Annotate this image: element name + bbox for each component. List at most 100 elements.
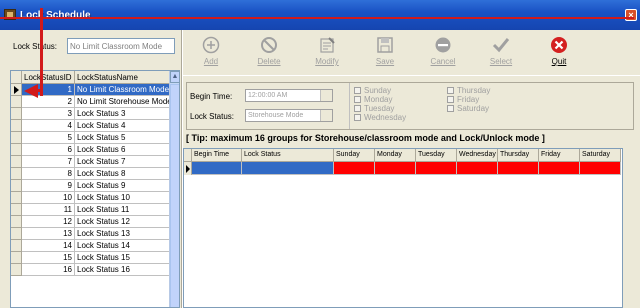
begin-time-input[interactable]: 12:00:00 AM (245, 89, 333, 102)
lock-status-select[interactable]: Storehouse Mode (245, 109, 333, 122)
close-button[interactable]: × (625, 9, 637, 21)
schedule-col-monday[interactable]: Monday (375, 149, 416, 162)
table-row[interactable]: 4 Lock Status 4 (11, 120, 171, 132)
schedule-col-sunday[interactable]: Sunday (334, 149, 375, 162)
cell-lock-status-id[interactable]: 5 (22, 132, 75, 144)
table-row[interactable]: 10 Lock Status 10 (11, 192, 171, 204)
schedule-cell-friday[interactable] (539, 162, 580, 175)
schedule-col-begin-time[interactable]: Begin Time (192, 149, 242, 162)
table-row[interactable]: 6 Lock Status 6 (11, 144, 171, 156)
checkbox-sunday[interactable]: Sunday (354, 86, 391, 95)
time-spinner[interactable] (320, 90, 332, 101)
schedule-cell-thursday[interactable] (498, 162, 539, 175)
row-selector[interactable] (11, 168, 22, 180)
cell-lock-status-name[interactable]: No Limit Classroom Mode (75, 84, 171, 96)
cell-lock-status-id[interactable]: 3 (22, 108, 75, 120)
cell-lock-status-name[interactable]: Lock Status 9 (75, 180, 171, 192)
schedule-col-wednesday[interactable]: Wednesday (457, 149, 498, 162)
schedule-cell-sunday[interactable] (334, 162, 375, 175)
cell-lock-status-name[interactable]: No Limit Storehouse Mode (75, 96, 171, 108)
cell-lock-status-id[interactable]: 4 (22, 120, 75, 132)
cell-lock-status-name[interactable]: Lock Status 15 (75, 252, 171, 264)
table-row[interactable]: 12 Lock Status 12 (11, 216, 171, 228)
table-row[interactable]: 9 Lock Status 9 (11, 180, 171, 192)
table-row[interactable]: 7 Lock Status 7 (11, 156, 171, 168)
schedule-col-tuesday[interactable]: Tuesday (416, 149, 457, 162)
row-selector[interactable] (11, 264, 22, 276)
table-row[interactable]: 3 Lock Status 3 (11, 108, 171, 120)
row-selector[interactable] (11, 192, 22, 204)
cell-lock-status-name[interactable]: Lock Status 14 (75, 240, 171, 252)
table-row[interactable]: 11 Lock Status 11 (11, 204, 171, 216)
cell-lock-status-name[interactable]: Lock Status 12 (75, 216, 171, 228)
cancel-button[interactable]: Cancel (423, 34, 463, 72)
cell-lock-status-id[interactable]: 13 (22, 228, 75, 240)
row-selector[interactable] (11, 132, 22, 144)
chevron-down-icon[interactable] (320, 110, 332, 121)
cell-lock-status-id[interactable]: 6 (22, 144, 75, 156)
lock-status-grid[interactable]: LockStatusID LockStatusName 1 No Limit Cl… (10, 70, 180, 308)
cell-lock-status-id[interactable]: 7 (22, 156, 75, 168)
cell-lock-status-name[interactable]: Lock Status 6 (75, 144, 171, 156)
cell-lock-status-name[interactable]: Lock Status 11 (75, 204, 171, 216)
checkbox-friday[interactable]: Friday (447, 95, 479, 104)
cell-lock-status-name[interactable]: Lock Status 16 (75, 264, 171, 276)
schedule-row-selector[interactable] (184, 162, 192, 175)
schedule-cell-monday[interactable] (375, 162, 416, 175)
table-row[interactable]: 13 Lock Status 13 (11, 228, 171, 240)
table-row[interactable]: 5 Lock Status 5 (11, 132, 171, 144)
cell-lock-status-id[interactable]: 11 (22, 204, 75, 216)
modify-button[interactable]: Modify (307, 34, 347, 72)
row-selector[interactable] (11, 252, 22, 264)
row-selector[interactable] (11, 228, 22, 240)
select-button[interactable]: Select (481, 34, 521, 72)
schedule-cell-saturday[interactable] (580, 162, 621, 175)
delete-button[interactable]: Delete (249, 34, 289, 72)
add-button[interactable]: Add (191, 34, 231, 72)
checkbox-thursday[interactable]: Thursday (447, 86, 490, 95)
schedule-grid[interactable]: Begin Time Lock Status Sunday Monday Tue… (183, 148, 623, 308)
row-selector[interactable] (11, 96, 22, 108)
save-button[interactable]: Save (365, 34, 405, 72)
scroll-up-button[interactable]: ▲ (170, 71, 179, 83)
row-selector[interactable] (11, 144, 22, 156)
cell-lock-status-id[interactable]: 10 (22, 192, 75, 204)
row-selector[interactable] (11, 156, 22, 168)
table-row[interactable]: 8 Lock Status 8 (11, 168, 171, 180)
column-header-lockstatusid[interactable]: LockStatusID (22, 71, 75, 84)
checkbox-wednesday[interactable]: Wednesday (354, 113, 406, 122)
checkbox-tuesday[interactable]: Tuesday (354, 104, 394, 113)
cell-lock-status-name[interactable]: Lock Status 10 (75, 192, 171, 204)
scroll-thumb[interactable] (170, 84, 179, 307)
schedule-cell-wednesday[interactable] (457, 162, 498, 175)
schedule-col-thursday[interactable]: Thursday (498, 149, 539, 162)
table-row[interactable]: 14 Lock Status 14 (11, 240, 171, 252)
row-selector[interactable] (11, 240, 22, 252)
cell-lock-status-id[interactable]: 9 (22, 180, 75, 192)
row-selector[interactable] (11, 180, 22, 192)
cell-lock-status-id[interactable]: 14 (22, 240, 75, 252)
schedule-col-saturday[interactable]: Saturday (580, 149, 621, 162)
row-selector[interactable] (11, 84, 22, 96)
cell-lock-status-name[interactable]: Lock Status 5 (75, 132, 171, 144)
schedule-cell-begin-time[interactable] (192, 162, 242, 175)
schedule-col-lock-status[interactable]: Lock Status (242, 149, 334, 162)
cell-lock-status-name[interactable]: Lock Status 3 (75, 108, 171, 120)
table-row[interactable]: 16 Lock Status 16 (11, 264, 171, 276)
row-selector[interactable] (11, 204, 22, 216)
schedule-cell-tuesday[interactable] (416, 162, 457, 175)
cell-lock-status-name[interactable]: Lock Status 4 (75, 120, 171, 132)
lock-status-field[interactable]: No Limit Classroom Mode (67, 38, 175, 54)
cell-lock-status-id[interactable]: 12 (22, 216, 75, 228)
cell-lock-status-name[interactable]: Lock Status 7 (75, 156, 171, 168)
cell-lock-status-id[interactable]: 15 (22, 252, 75, 264)
row-selector[interactable] (11, 108, 22, 120)
column-header-lockstatusname[interactable]: LockStatusName (75, 71, 171, 84)
row-selector[interactable] (11, 120, 22, 132)
cell-lock-status-id[interactable]: 8 (22, 168, 75, 180)
row-selector[interactable] (11, 216, 22, 228)
cell-lock-status-name[interactable]: Lock Status 13 (75, 228, 171, 240)
schedule-col-friday[interactable]: Friday (539, 149, 580, 162)
table-row[interactable]: 15 Lock Status 15 (11, 252, 171, 264)
checkbox-saturday[interactable]: Saturday (447, 104, 489, 113)
